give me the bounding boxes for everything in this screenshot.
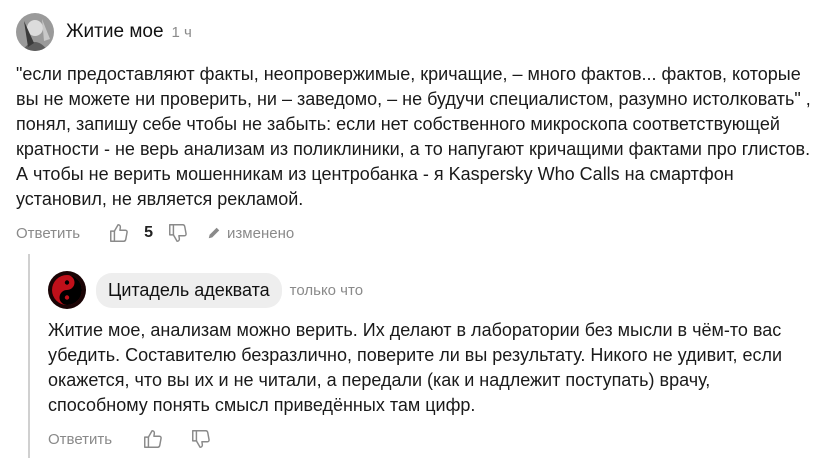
reply-button[interactable]: Ответить — [16, 225, 80, 242]
author-name[interactable]: Житие мое — [66, 21, 164, 43]
reply-text: Житие мое, анализам можно верить. Их дел… — [48, 320, 783, 415]
thumbs-up-icon[interactable] — [108, 222, 130, 244]
edited-indicator: изменено — [207, 225, 294, 242]
comment-actions: Ответить 5 изменено — [16, 218, 816, 248]
reply-timestamp: только что — [289, 281, 364, 299]
thumbs-up-icon[interactable] — [142, 428, 164, 450]
edited-label: изменено — [227, 224, 295, 242]
reply-header: Цитадель адеквата только что — [48, 270, 808, 310]
timestamp: 1 ч — [171, 23, 192, 41]
reply-author-name[interactable]: Цитадель адеквата — [96, 272, 282, 308]
thread-line — [28, 254, 30, 458]
like-count: 5 — [144, 224, 154, 241]
thumbs-down-icon[interactable] — [167, 222, 189, 244]
comment-text: "если предоставляют факты, неопровержимы… — [16, 64, 811, 209]
reply-comment: Цитадель адеквата только что Житие мое, … — [48, 270, 808, 454]
pencil-icon — [208, 227, 220, 239]
thumbs-down-icon[interactable] — [190, 428, 212, 450]
reply-actions: Ответить — [48, 424, 808, 454]
reply-reply-button[interactable]: Ответить — [48, 431, 112, 448]
reply-avatar[interactable] — [48, 271, 86, 309]
comment: Житие мое 1 ч "если предоставляют факты,… — [16, 12, 816, 248]
avatar[interactable] — [16, 13, 54, 51]
comment-header: Житие мое 1 ч — [16, 12, 816, 52]
